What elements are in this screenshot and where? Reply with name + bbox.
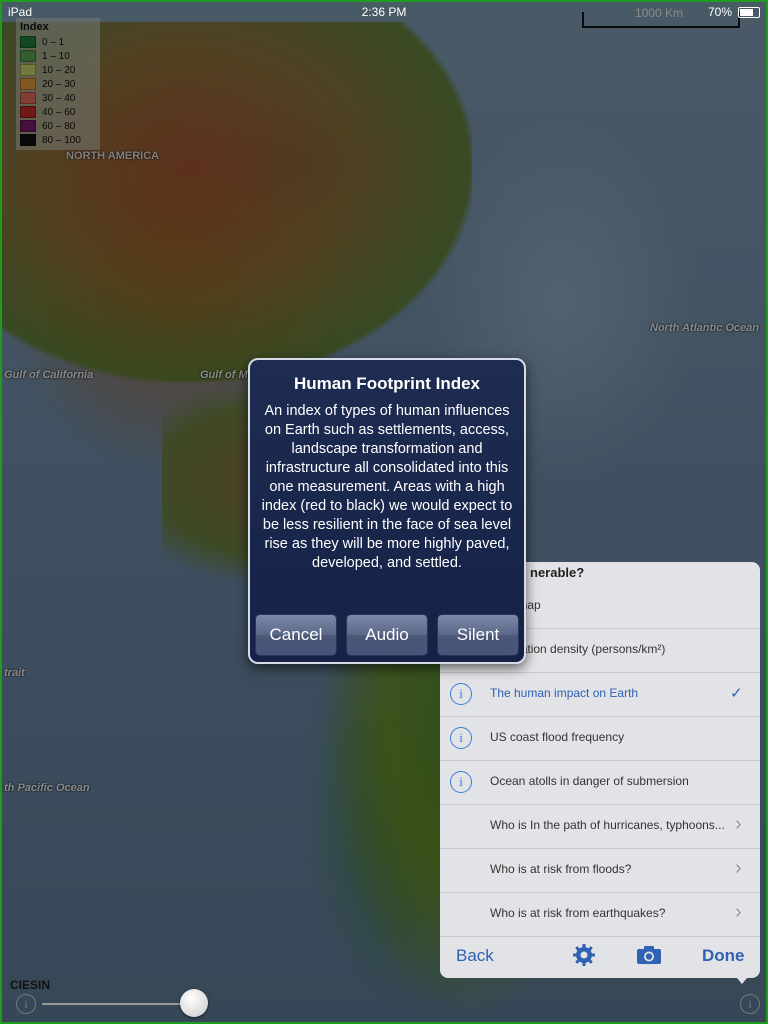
layer-row-human-impact[interactable]: i The human impact on Earth ✓ — [440, 672, 760, 717]
layer-label: US coast flood frequency — [490, 730, 625, 744]
menu-label: Who is at risk from floods? — [490, 862, 632, 876]
checkmark-icon: ✓ — [730, 685, 743, 702]
chevron-right-icon: › — [735, 813, 742, 835]
back-button[interactable]: Back — [456, 946, 494, 966]
info-icon[interactable]: i — [450, 727, 472, 749]
layer-row-flood-frequency[interactable]: i US coast flood frequency — [440, 716, 760, 761]
battery-percent: 70% — [708, 5, 733, 19]
silent-button[interactable]: Silent — [437, 614, 519, 656]
battery-level — [740, 9, 753, 16]
menu-row-earthquakes[interactable]: Who is at risk from earthquakes? › — [440, 892, 760, 937]
info-alert-dialog: Human Footprint Index An index of types … — [248, 358, 526, 664]
opacity-slider-thumb[interactable] — [180, 989, 208, 1017]
opacity-slider-track[interactable] — [42, 1003, 202, 1005]
alert-title: Human Footprint Index — [293, 374, 481, 393]
alert-message: An index of types of human influences on… — [261, 403, 513, 571]
gear-icon[interactable] — [572, 943, 596, 967]
clock: 2:36 PM — [361, 5, 407, 19]
layer-label: The human impact on Earth — [490, 686, 639, 700]
info-icon[interactable]: i — [16, 994, 36, 1014]
popover-arrow — [732, 972, 752, 984]
info-icon[interactable]: i — [740, 994, 760, 1014]
panel-toolbar: Back Done — [440, 934, 760, 978]
info-icon[interactable]: i — [450, 771, 472, 793]
cancel-button[interactable]: Cancel — [255, 614, 337, 656]
menu-row-hurricanes[interactable]: Who is In the path of hurricanes, typhoo… — [440, 804, 760, 849]
menu-label: Who is at risk from earthquakes? — [490, 906, 666, 920]
battery-icon — [738, 7, 760, 18]
done-button[interactable]: Done — [702, 946, 745, 966]
info-icon[interactable]: i — [450, 683, 472, 705]
menu-label: Who is In the path of hurricanes, typhoo… — [490, 818, 725, 832]
chevron-right-icon: › — [735, 901, 742, 923]
credit-label: CIESIN — [10, 978, 51, 992]
screen: Index 0 – 1 1 – 10 10 – 20 20 – 30 30 – … — [0, 0, 768, 1024]
chevron-right-icon: › — [735, 857, 742, 879]
layer-label: Ocean atolls in danger of submersion — [490, 774, 689, 788]
layer-row-atolls[interactable]: i Ocean atolls in danger of submersion — [440, 760, 760, 805]
camera-icon[interactable] — [636, 945, 662, 965]
status-bar: iPad 2:36 PM 70% — [2, 2, 766, 22]
menu-row-floods[interactable]: Who is at risk from floods? › — [440, 848, 760, 893]
audio-button[interactable]: Audio — [346, 614, 428, 656]
